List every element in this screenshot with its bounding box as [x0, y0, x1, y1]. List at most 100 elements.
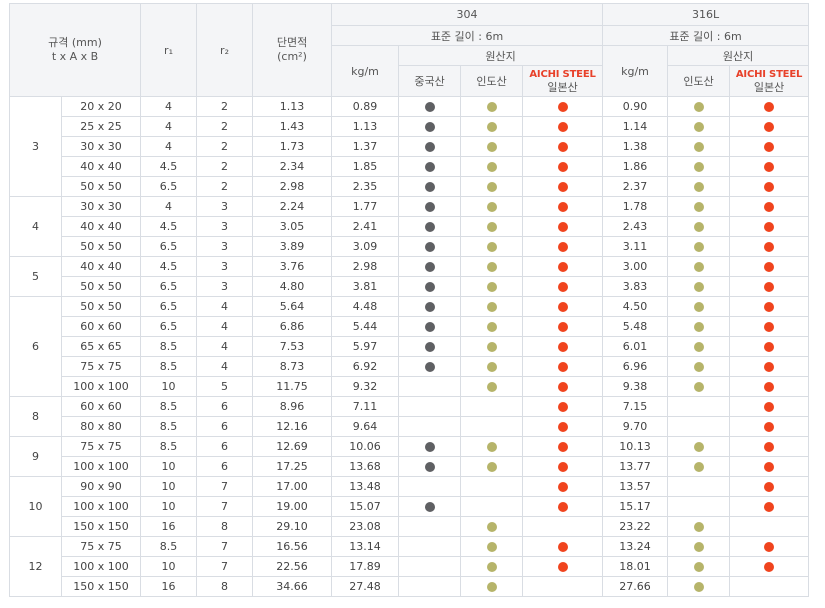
availability-dot-icon — [424, 222, 435, 232]
japan-304-cell — [522, 556, 604, 577]
grade-316l-header: 316L — [602, 3, 810, 26]
china-304-cell — [398, 276, 462, 297]
size-cell: 50 x 50 — [60, 276, 142, 297]
japan-316l-cell — [729, 136, 810, 157]
area-cell: 22.56 — [252, 556, 333, 577]
availability-dot-icon — [557, 182, 568, 192]
spec-header-line1: 규격 (mm) — [48, 36, 102, 49]
japan-304-cell — [522, 576, 604, 597]
availability-dot-icon — [424, 102, 435, 112]
area-cell: 8.73 — [252, 356, 333, 377]
r1-cell: 6.5 — [140, 176, 198, 197]
availability-dot-icon — [424, 262, 435, 272]
availability-dot-icon — [693, 122, 704, 132]
r2-cell: 6 — [196, 416, 254, 437]
japan-316l-cell — [729, 416, 810, 437]
kgm-316l-cell: 13.57 — [602, 476, 669, 497]
availability-dot-icon — [486, 442, 497, 452]
availability-dot-icon — [557, 122, 568, 132]
area-cell: 2.24 — [252, 196, 333, 217]
area-cell: 2.34 — [252, 156, 333, 177]
india-304-cell — [460, 316, 524, 337]
table-row: 40 x 40 4.5 3 3.05 2.41 2.43 — [10, 216, 810, 237]
kgm-304-cell: 9.32 — [331, 376, 400, 397]
availability-dot-icon — [486, 262, 497, 272]
kgm-316l-cell: 9.38 — [602, 376, 669, 397]
availability-dot-icon — [693, 582, 704, 592]
india-316l-cell — [667, 116, 731, 137]
size-cell: 30 x 30 — [60, 196, 142, 217]
area-cell: 16.56 — [252, 536, 333, 557]
area-cell: 1.73 — [252, 136, 333, 157]
availability-dot-icon — [486, 342, 497, 352]
r1-cell: 8.5 — [140, 336, 198, 357]
availability-dot-icon — [486, 382, 497, 392]
japan-316l-cell — [729, 456, 810, 477]
area-cell: 29.10 — [252, 516, 333, 537]
japan-304-cell — [522, 396, 604, 417]
size-cell: 30 x 30 — [60, 136, 142, 157]
japan-316l-cell — [729, 96, 810, 117]
japan-304-cell — [522, 136, 604, 157]
china-304-cell — [398, 356, 462, 377]
availability-dot-icon — [424, 182, 435, 192]
india-304-cell — [460, 276, 524, 297]
india-316l-cell — [667, 196, 731, 217]
japan-316l-cell — [729, 336, 810, 357]
table-row: 100 x 100 10 6 17.25 13.68 13.77 — [10, 456, 810, 477]
availability-dot-icon — [557, 322, 568, 332]
kgm-316l-cell: 3.11 — [602, 236, 669, 257]
kgm-304-cell: 3.09 — [331, 236, 400, 257]
availability-dot-icon — [764, 402, 775, 412]
india-316l-cell — [667, 96, 731, 117]
india-316l-cell — [667, 136, 731, 157]
availability-dot-icon — [693, 362, 704, 372]
india-316l-cell — [667, 256, 731, 277]
availability-dot-icon — [557, 402, 568, 412]
kgm-316l-header: kg/m — [602, 45, 669, 97]
size-cell: 50 x 50 — [60, 176, 142, 197]
r2-cell: 2 — [196, 96, 254, 117]
availability-dot-icon — [764, 262, 775, 272]
area-cell: 34.66 — [252, 576, 333, 597]
china-304-cell — [398, 256, 462, 277]
india-316l-cell — [667, 216, 731, 237]
kgm-316l-cell: 23.22 — [602, 516, 669, 537]
japan-304-cell — [522, 236, 604, 257]
area-cell: 7.53 — [252, 336, 333, 357]
availability-dot-icon — [693, 262, 704, 272]
india-316l-cell — [667, 316, 731, 337]
area-cell: 1.13 — [252, 96, 333, 117]
size-cell: 75 x 75 — [60, 356, 142, 377]
availability-dot-icon — [557, 562, 568, 572]
kgm-304-cell: 27.48 — [331, 576, 400, 597]
table-row: 80 x 80 8.5 6 12.16 9.64 9.70 — [10, 416, 810, 437]
availability-dot-icon — [486, 122, 497, 132]
availability-dot-icon — [424, 162, 435, 172]
china-304-cell — [398, 516, 462, 537]
india-304-cell — [460, 336, 524, 357]
availability-dot-icon — [693, 182, 704, 192]
area-cell: 12.16 — [252, 416, 333, 437]
kgm-316l-cell: 3.83 — [602, 276, 669, 297]
availability-dot-icon — [764, 562, 775, 572]
japan-316l-cell — [729, 216, 810, 237]
availability-dot-icon — [693, 142, 704, 152]
availability-dot-icon — [693, 282, 704, 292]
r1-cell: 8.5 — [140, 416, 198, 437]
availability-dot-icon — [764, 342, 775, 352]
kgm-316l-cell: 1.86 — [602, 156, 669, 177]
japan-304-cell — [522, 276, 604, 297]
japan-316l-header: AICHI STEEL 일본산 — [729, 65, 810, 97]
india-316l-cell — [667, 156, 731, 177]
r1-cell: 8.5 — [140, 536, 198, 557]
table-row: 30 x 30 4 2 1.73 1.37 1.38 — [10, 136, 810, 157]
china-304-cell — [398, 336, 462, 357]
india-304-cell — [460, 476, 524, 497]
availability-dot-icon — [764, 302, 775, 312]
size-cell: 150 x 150 — [60, 516, 142, 537]
china-304-cell — [398, 396, 462, 417]
japan-316l-cell — [729, 156, 810, 177]
china-304-cell — [398, 196, 462, 217]
thickness-cell: 6 — [9, 296, 62, 397]
